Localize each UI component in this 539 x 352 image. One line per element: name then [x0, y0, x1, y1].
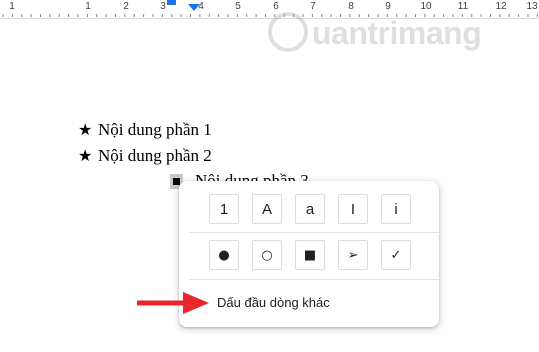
square-bullet-option[interactable]: ■	[295, 240, 325, 270]
ruler-number: 3	[160, 1, 166, 12]
red-arrow-icon	[137, 292, 209, 314]
star-bullet-icon: ★	[78, 148, 93, 165]
list-item-text: Nội dung phần 1	[98, 120, 212, 139]
menu-divider	[189, 232, 439, 233]
arrow-bullet-option[interactable]: ➢	[338, 240, 368, 270]
list-item[interactable]: ★ Nội dung phần 2	[78, 146, 212, 166]
ruler-number: 12	[495, 1, 507, 12]
numbered-list-options: 1 A a I i	[209, 194, 411, 224]
ruler-number: 5	[235, 1, 241, 12]
hollow-circle-bullet-option[interactable]: ○	[252, 240, 282, 270]
list-item[interactable]: ★ Nội dung phần 1	[78, 120, 212, 140]
ruler-number: 9	[385, 1, 391, 12]
ruler-number: 8	[348, 1, 354, 12]
menu-divider	[189, 279, 439, 280]
ruler-number: 7	[310, 1, 316, 12]
numbered-option-1[interactable]: 1	[209, 194, 239, 224]
ruler-number: 10	[420, 1, 432, 12]
square-bullet-icon	[173, 178, 180, 185]
first-line-indent-marker[interactable]	[167, 0, 176, 5]
ruler-number: 1	[85, 1, 91, 12]
numbered-option-lower-roman[interactable]: i	[381, 194, 411, 224]
left-indent-marker[interactable]	[188, 4, 200, 11]
bullet-options-menu: 1 A a I i ● ○ ■ ➢ ✓ Dấu đầu dòng khác	[179, 181, 439, 327]
ruler-number: 1	[9, 1, 15, 12]
watermark-text: uantrimang	[312, 15, 482, 51]
star-bullet-icon: ★	[78, 122, 93, 139]
checkmark-bullet-option[interactable]: ✓	[381, 240, 411, 270]
ruler-number: 13	[526, 1, 538, 12]
numbered-option-upper-alpha[interactable]: A	[252, 194, 282, 224]
filled-circle-bullet-option[interactable]: ●	[209, 240, 239, 270]
horizontal-ruler[interactable]: 1 1 2 3 4 5 6 7 8 9 10 11 12 13	[0, 0, 539, 19]
numbered-option-lower-alpha[interactable]: a	[295, 194, 325, 224]
ruler-number: 2	[123, 1, 129, 12]
ruler-number: 11	[457, 1, 469, 12]
bullet-list-options: ● ○ ■ ➢ ✓	[209, 240, 411, 270]
ruler-number: 6	[273, 1, 279, 12]
more-bullets-menu-item[interactable]: Dấu đầu dòng khác	[217, 295, 330, 310]
list-item-text: Nội dung phần 2	[98, 146, 212, 165]
numbered-option-upper-roman[interactable]: I	[338, 194, 368, 224]
